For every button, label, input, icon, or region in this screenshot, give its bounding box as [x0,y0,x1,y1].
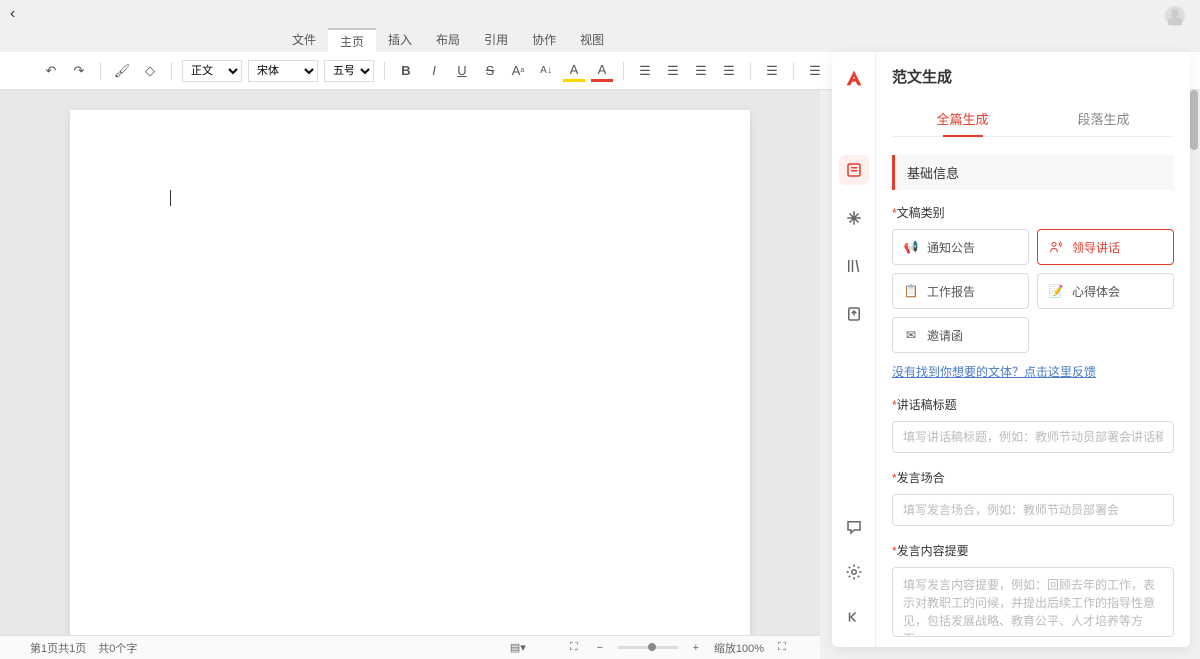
ai-sidebar [832,52,876,647]
person-speak-icon [1048,239,1064,255]
font-color-button[interactable]: A [591,60,613,82]
status-bar: 第1页共1页 共0个字 ▤▾ ⛶ − + 缩放100% ⛶ [0,635,820,659]
line-spacing-button[interactable]: ☰ [804,60,826,82]
strikethrough-button[interactable]: S [479,60,501,82]
fullscreen-icon[interactable]: ⛶ [774,640,790,656]
summary-input[interactable] [892,567,1174,637]
scrollbar-track[interactable] [1190,90,1198,635]
occasion-input[interactable] [892,494,1174,526]
undo-button[interactable]: ↶ [40,60,62,82]
menu-file[interactable]: 文件 [280,28,328,52]
doc-type-grid: 📢 通知公告 领导讲话 📋 工作报告 📝 心得体会 ✉ 邀请函 [892,229,1174,353]
text-cursor [170,190,171,206]
ai-tab-library-icon[interactable] [839,251,869,281]
ai-logo-icon [843,67,865,89]
menu-home[interactable]: 主页 [328,28,376,52]
indent-increase-button[interactable]: ☰ [718,60,740,82]
redo-button[interactable]: ↷ [68,60,90,82]
page-indicator: 第1页共1页 [30,640,86,656]
menu-layout[interactable]: 布局 [424,28,472,52]
megaphone-icon: 📢 [903,239,919,255]
ai-settings-icon[interactable] [839,557,869,587]
type-reflection[interactable]: 📝 心得体会 [1037,273,1174,309]
type-invitation[interactable]: ✉ 邀请函 [892,317,1029,353]
superscript-button[interactable]: Aa [507,60,529,82]
ai-tab-template-icon[interactable] [839,155,869,185]
underline-button[interactable]: U [451,60,473,82]
format-painter-button[interactable]: 🖌 [111,60,133,82]
type-report[interactable]: 📋 工作报告 [892,273,1029,309]
note-icon: 📝 [1048,283,1064,299]
paragraph-button[interactable]: ☰ [761,60,783,82]
word-count: 共0个字 [98,640,137,656]
document-area[interactable] [0,90,820,635]
ai-tab-full[interactable]: 全篇生成 [892,101,1033,136]
ai-content: 范文生成 全篇生成 段落生成 基础信息 *文稿类别 📢 通知公告 领导讲话 📋 … [876,52,1190,647]
section-basic-info: 基础信息 [892,155,1174,190]
ai-tab-paragraph[interactable]: 段落生成 [1033,101,1174,136]
menu-view[interactable]: 视图 [568,28,616,52]
type-notice[interactable]: 📢 通知公告 [892,229,1029,265]
type-speech[interactable]: 领导讲话 [1037,229,1174,265]
speech-title-input[interactable] [892,421,1174,453]
style-select[interactable]: 正文 [182,60,242,82]
title-bar: ‹ [0,0,1200,28]
document-page[interactable] [70,110,750,635]
size-select[interactable]: 五号 [324,60,374,82]
zoom-slider[interactable] [618,646,678,649]
ai-collapse-icon[interactable] [839,602,869,632]
bold-button[interactable]: B [395,60,417,82]
clipboard-icon: 📋 [903,283,919,299]
ai-tab-export-icon[interactable] [839,299,869,329]
feedback-link[interactable]: 没有找到你想要的文体？点击这里反馈 [892,363,1174,380]
number-list-button[interactable]: ☰ [662,60,684,82]
occasion-field-label: *发言场合 [892,469,1174,486]
zoom-in-button[interactable]: + [688,640,704,656]
scrollbar-thumb[interactable] [1190,90,1198,150]
summary-field-label: *发言内容提要 [892,542,1174,559]
zoom-label: 缩放100% [714,640,764,656]
menu-collab[interactable]: 协作 [520,28,568,52]
font-size-button[interactable]: A↓ [535,60,557,82]
envelope-icon: ✉ [903,327,919,343]
font-select[interactable]: 宋体 [248,60,318,82]
bullet-list-button[interactable]: ☰ [634,60,656,82]
ai-panel-title: 范文生成 [892,66,1174,87]
user-avatar[interactable] [1165,6,1185,26]
view-mode-icon[interactable]: ▤▾ [510,640,526,656]
menu-bar: 文件 主页 插入 布局 引用 协作 视图 [0,28,1200,52]
ai-chat-icon[interactable] [839,512,869,542]
ai-tab-tools-icon[interactable] [839,203,869,233]
fit-width-icon[interactable]: ⛶ [566,640,582,656]
title-field-label: *讲话稿标题 [892,396,1174,413]
doc-type-label: *文稿类别 [892,204,1174,221]
menu-insert[interactable]: 插入 [376,28,424,52]
italic-button[interactable]: I [423,60,445,82]
back-button[interactable]: ‹ [10,5,15,23]
ai-panel: 范文生成 全篇生成 段落生成 基础信息 *文稿类别 📢 通知公告 领导讲话 📋 … [832,52,1190,647]
highlight-button[interactable]: A [563,60,585,82]
clear-format-button[interactable]: ◇ [139,60,161,82]
indent-decrease-button[interactable]: ☰ [690,60,712,82]
zoom-out-button[interactable]: − [592,640,608,656]
ai-tabs: 全篇生成 段落生成 [892,101,1174,137]
menu-reference[interactable]: 引用 [472,28,520,52]
